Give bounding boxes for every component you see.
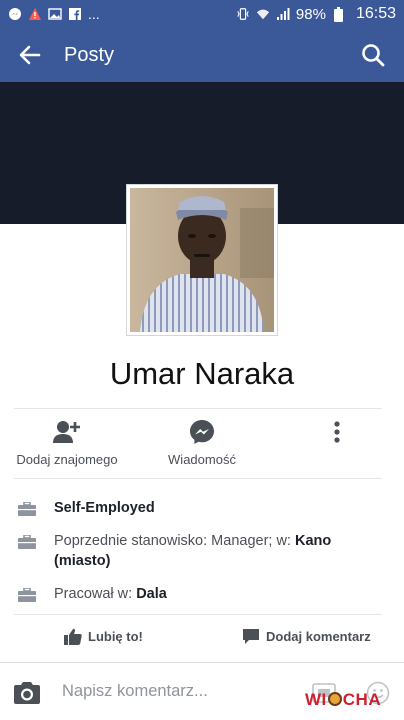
worked-at-place: Dala xyxy=(136,586,167,602)
watermark-o-icon xyxy=(327,692,342,706)
info-row-worked-at[interactable]: Pracował w: Dala xyxy=(0,584,404,604)
profile-picture[interactable] xyxy=(126,184,278,336)
more-notifications: ... xyxy=(88,6,100,22)
info-row-employer[interactable]: Self-Employed xyxy=(0,498,404,518)
messenger-notification-icon xyxy=(8,7,22,21)
search-button[interactable] xyxy=(342,28,404,82)
info-row-previous-position[interactable]: Poprzednie stanowisko: Manager; w: Kano … xyxy=(0,531,404,571)
divider xyxy=(14,408,382,409)
watermark-part-2: CHA xyxy=(342,690,382,709)
profile-info: Self-Employed Poprzednie stanowisko: Man… xyxy=(0,498,404,617)
worked-at-text: Pracował w: xyxy=(54,586,137,602)
profile-actions: Dodaj znajomego Wiadomość xyxy=(0,410,404,476)
employer-name: Self-Employed xyxy=(54,500,155,516)
thumbs-up-icon xyxy=(64,628,82,645)
more-vertical-icon xyxy=(334,421,340,443)
page-title: Posty xyxy=(64,43,115,66)
message-button[interactable]: Wiadomość xyxy=(160,418,244,467)
battery-percent: 98% xyxy=(295,5,326,23)
divider xyxy=(14,478,382,479)
back-button[interactable] xyxy=(0,28,60,82)
briefcase-icon xyxy=(18,588,36,602)
battery-icon xyxy=(332,6,346,22)
clock: 16:53 xyxy=(355,5,396,22)
like-button[interactable]: Lubię to! xyxy=(64,628,143,645)
comment-label: Dodaj komentarz xyxy=(266,629,371,644)
vibrate-icon xyxy=(236,7,250,21)
photo-notification-icon xyxy=(48,7,62,21)
briefcase-icon xyxy=(18,535,36,549)
app-bar: Posty xyxy=(0,28,404,82)
warning-icon xyxy=(28,7,42,21)
notification-icons: ... xyxy=(8,6,236,22)
signal-icon xyxy=(276,7,290,21)
add-friend-label: Dodaj znajomego xyxy=(16,452,118,467)
message-label: Wiadomość xyxy=(168,452,236,467)
add-friend-icon xyxy=(53,421,80,443)
like-label: Lubię to! xyxy=(88,629,143,644)
profile-name: Umar Naraka xyxy=(109,356,295,391)
briefcase-icon xyxy=(18,502,36,516)
profile-photo-image xyxy=(130,188,274,332)
comment-button[interactable]: Dodaj komentarz xyxy=(242,628,371,645)
facebook-notification-icon xyxy=(68,7,82,21)
feedback-bar: Lubię to! Dodaj komentarz xyxy=(0,616,404,660)
comment-input[interactable]: Napisz komentarz... xyxy=(62,682,208,701)
wifi-icon xyxy=(256,7,270,21)
search-icon xyxy=(362,44,385,67)
camera-icon[interactable] xyxy=(12,681,42,705)
status-bar: ... 98% 16:53 xyxy=(0,0,404,28)
comment-icon xyxy=(243,629,259,644)
watermark-part-1: WI xyxy=(305,690,327,709)
add-friend-button[interactable]: Dodaj znajomego xyxy=(14,418,120,467)
arrow-left-icon xyxy=(19,45,41,65)
messenger-icon xyxy=(190,420,214,444)
watermark-logo: WI CHA xyxy=(305,690,381,710)
divider xyxy=(14,614,382,615)
previous-position-text: Poprzednie stanowisko: Manager; w: xyxy=(54,533,295,549)
more-options-button[interactable] xyxy=(320,418,354,452)
